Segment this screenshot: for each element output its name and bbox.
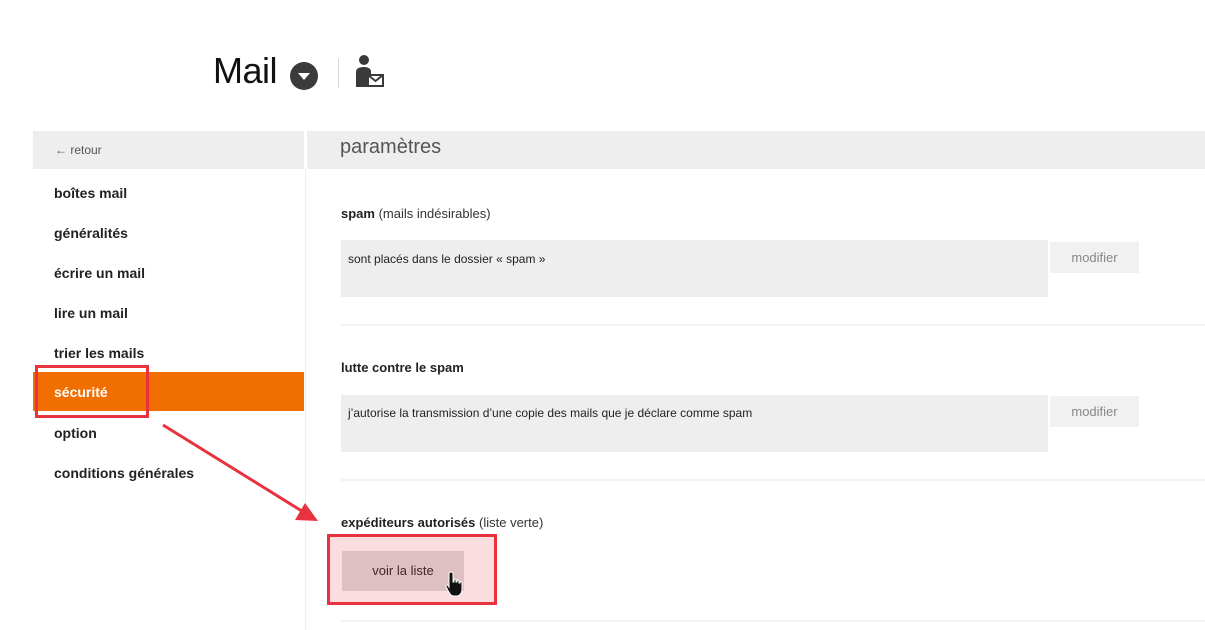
hand-cursor-icon bbox=[445, 571, 463, 597]
section-divider bbox=[341, 324, 1205, 326]
anti-spam-value: j’autorise la transmission d’une copie d… bbox=[348, 406, 753, 420]
highlight-box-view-list bbox=[327, 534, 497, 605]
sidebar-item-conditions[interactable]: conditions générales bbox=[54, 465, 194, 481]
anti-spam-heading: lutte contre le spam bbox=[341, 360, 464, 375]
anti-spam-title: lutte contre le spam bbox=[341, 360, 464, 375]
sidebar-item-option[interactable]: option bbox=[54, 425, 97, 441]
spam-subtitle: (mails indésirables) bbox=[378, 206, 491, 221]
anti-spam-value-box bbox=[341, 395, 1048, 452]
spam-heading: spam (mails indésirables) bbox=[341, 206, 491, 221]
contact-mail-icon[interactable] bbox=[354, 54, 384, 88]
annotation-arrow-icon bbox=[162, 423, 318, 521]
whitelist-title: expéditeurs autorisés bbox=[341, 515, 476, 530]
chevron-down-circle-icon[interactable] bbox=[290, 62, 318, 90]
page-title: paramètres bbox=[340, 136, 442, 158]
sidebar-divider bbox=[305, 169, 306, 630]
whitelist-heading: expéditeurs autorisés (liste verte) bbox=[341, 515, 543, 530]
spam-value-box bbox=[341, 240, 1048, 297]
spam-title: spam bbox=[341, 206, 375, 221]
header-divider bbox=[338, 58, 339, 88]
sidebar-item-boites-mail[interactable]: boîtes mail bbox=[54, 185, 127, 201]
highlight-box-securite bbox=[35, 365, 149, 418]
sidebar-item-trier[interactable]: trier les mails bbox=[54, 345, 144, 361]
topbar-right bbox=[307, 131, 1205, 169]
sidebar-item-ecrire[interactable]: écrire un mail bbox=[54, 265, 145, 281]
spam-modify-button[interactable]: modifier bbox=[1050, 242, 1139, 273]
back-link[interactable]: ← retour bbox=[55, 143, 102, 157]
section-divider bbox=[341, 620, 1205, 622]
app-title: Mail bbox=[213, 50, 278, 91]
section-divider bbox=[341, 479, 1205, 481]
whitelist-subtitle: (liste verte) bbox=[479, 515, 544, 530]
spam-value: sont placés dans le dossier « spam » bbox=[348, 252, 546, 266]
sidebar-item-generalites[interactable]: généralités bbox=[54, 225, 128, 241]
anti-spam-modify-button[interactable]: modifier bbox=[1050, 396, 1139, 427]
sidebar-item-lire[interactable]: lire un mail bbox=[54, 305, 128, 321]
